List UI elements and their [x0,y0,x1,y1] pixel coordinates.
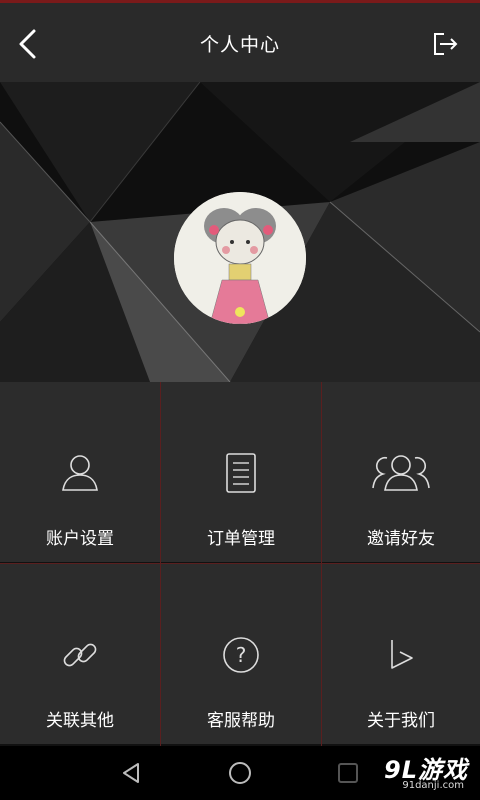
menu-customer-help[interactable]: ? 客服帮助 [161,564,321,744]
menu-label: 邀请好友 [367,529,435,549]
grid-divider [160,382,161,746]
grid-divider [0,563,480,564]
document-icon [226,453,256,493]
nav-home-icon[interactable] [227,760,253,786]
menu-label: 账户设置 [46,529,114,549]
about-icon [391,640,413,669]
nav-back-icon[interactable] [118,760,144,786]
grid-divider [321,382,322,746]
profile-banner [0,82,480,382]
svg-text:?: ? [236,643,247,667]
menu-link-other[interactable]: 关联其他 [0,564,160,744]
logout-icon[interactable] [430,29,460,59]
menu-about-us[interactable]: 关于我们 [322,564,480,744]
user-icon [62,455,98,491]
users-icon [372,455,430,491]
page-title: 个人中心 [199,34,280,56]
menu-grid: 账户设置 订单管理 邀请好友 关联其他 ? 客服帮助 关于我们 [0,382,480,746]
menu-order-management[interactable]: 订单管理 [161,382,321,562]
menu-account-settings[interactable]: 账户设置 [0,382,160,562]
menu-label: 订单管理 [207,529,275,549]
menu-label: 客服帮助 [207,711,275,731]
link-icon [63,643,97,667]
avatar[interactable] [174,192,306,324]
top-bar: 个人中心 [0,0,480,82]
avatar-illustration [174,192,306,324]
watermark-url: 91danji.com [402,780,464,791]
menu-invite-friends[interactable]: 邀请好友 [322,382,480,562]
watermark: 9L游戏 91danji.com [348,750,468,796]
menu-label: 关联其他 [46,711,114,731]
menu-label: 关于我们 [367,711,435,731]
help-icon: ? [223,637,259,673]
